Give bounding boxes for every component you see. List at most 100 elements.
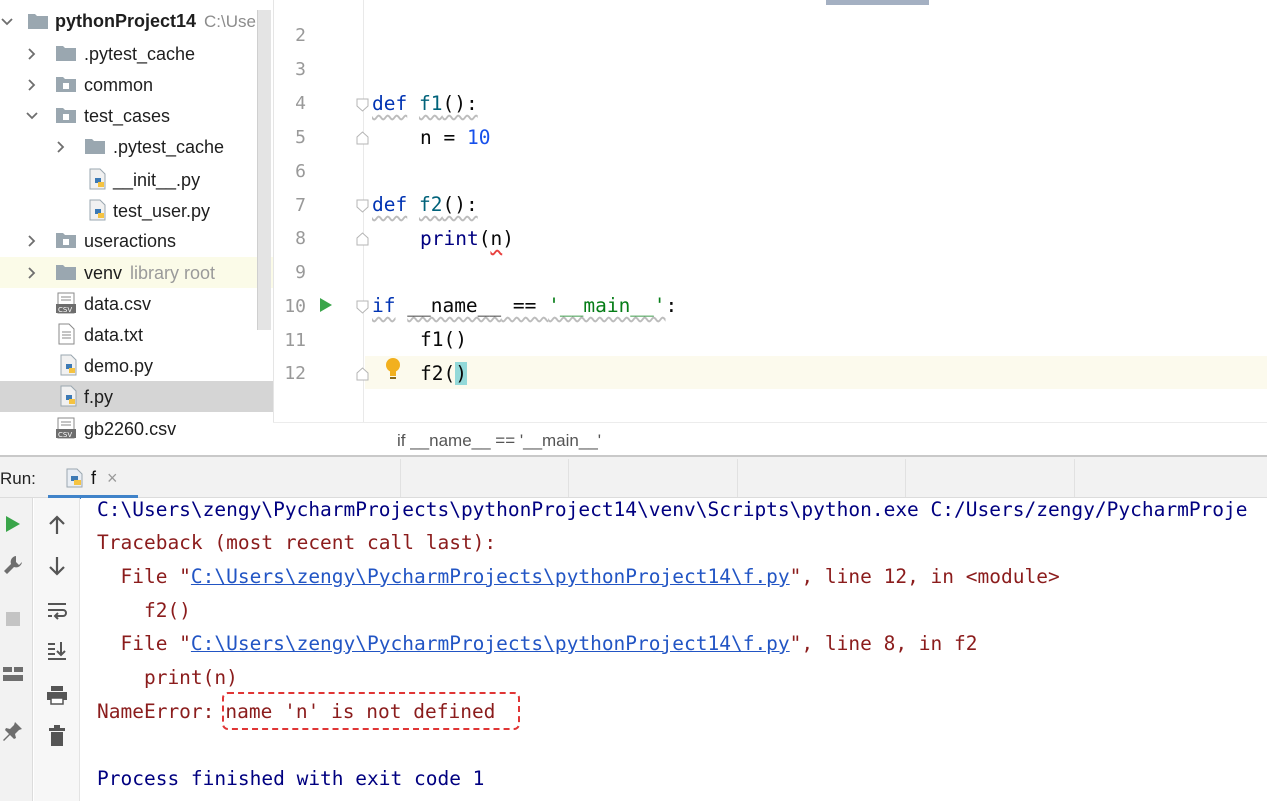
soft-wrap-icon[interactable] (44, 597, 70, 623)
tree-root[interactable]: pythonProject14 C:\Users (0, 6, 273, 37)
tree-item-pytest-cache[interactable]: .pytest_cache (0, 38, 273, 69)
header-divider (737, 459, 738, 497)
python-icon (63, 467, 85, 494)
chevron-down-icon[interactable] (0, 15, 14, 29)
tree-item-label: venv (84, 263, 123, 283)
tree-item-label: useractions (84, 231, 177, 251)
folder-icon (84, 135, 106, 157)
chevron-right-icon[interactable] (54, 140, 68, 154)
wrench-icon[interactable] (0, 552, 26, 578)
print-icon[interactable] (44, 682, 70, 708)
line-number: 6 (295, 161, 306, 182)
tree-item-gb2260-csv[interactable]: CSV gb2260.csv (0, 413, 273, 444)
header-divider (1074, 459, 1075, 497)
matched-paren: ) (455, 362, 467, 385)
error-highlight-box (222, 692, 520, 730)
tree-item-init-py[interactable]: __init__.py (0, 164, 273, 195)
tree-item-useractions[interactable]: useractions (0, 225, 273, 256)
layout-icon[interactable] (0, 661, 26, 687)
trash-icon[interactable] (44, 723, 70, 749)
code-line-10[interactable]: if __name__ == '__main__': (372, 294, 677, 317)
fold-marker-icon[interactable] (356, 231, 369, 246)
console-command-line: C:\Users\zengy\PycharmProjects\pythonPro… (97, 498, 1248, 521)
current-line-highlight (365, 356, 1267, 389)
project-root-name: pythonProject14 (55, 11, 197, 31)
tree-item-label: __init__.py (113, 170, 201, 190)
chevron-right-icon[interactable] (25, 266, 39, 280)
run-title: Run: (0, 469, 36, 488)
lightbulb-icon[interactable] (384, 357, 402, 385)
folder-icon (55, 261, 77, 283)
line-number: 11 (284, 330, 306, 351)
fold-marker-icon[interactable] (356, 198, 369, 213)
arrow-down-icon[interactable] (44, 553, 70, 579)
console-traceback-line: File "C:\Users\zengy\PycharmProjects\pyt… (97, 565, 1060, 588)
breadcrumb-item[interactable]: if __name__ == '__main__' (397, 431, 601, 451)
tree-item-label: f.py (84, 387, 114, 407)
line-number: 3 (295, 59, 306, 80)
code-line-5[interactable]: n = 10 (420, 126, 490, 149)
tree-item-label: .pytest_cache (84, 44, 196, 64)
code-line-11[interactable]: f1() (420, 328, 467, 351)
tree-item-data-csv[interactable]: CSV data.csv (0, 288, 273, 319)
tree-item-data-txt[interactable]: data.txt (0, 319, 273, 350)
tree-item-label: data.txt (84, 325, 144, 345)
tree-item-demo-py[interactable]: demo.py (0, 350, 273, 381)
line-number: 10 (284, 296, 306, 317)
scroll-to-end-icon[interactable] (44, 638, 70, 664)
arrow-up-icon[interactable] (44, 512, 70, 538)
line-number: 8 (295, 228, 306, 249)
file-link[interactable]: C:\Users\zengy\PycharmProjects\pythonPro… (191, 565, 790, 588)
tree-item-label: data.csv (84, 294, 152, 314)
chevron-right-icon[interactable] (25, 234, 39, 248)
tree-scrollbar[interactable] (257, 10, 271, 330)
file-link[interactable]: C:\Users\zengy\PycharmProjects\pythonPro… (191, 632, 790, 655)
tree-item-test-user-py[interactable]: test_user.py (0, 195, 273, 226)
project-tree: pythonProject14 C:\Users .pytest_cache co… (0, 0, 273, 455)
code-editor[interactable]: 2 3 4 5 6 7 8 9 10 11 12 def f1(): n = 1… (273, 0, 1267, 422)
line-number: 7 (295, 195, 306, 216)
pin-icon[interactable] (0, 718, 26, 744)
code-line-8[interactable]: print(n) (420, 227, 514, 250)
fold-marker-icon[interactable] (356, 97, 369, 112)
stop-button[interactable] (0, 606, 26, 632)
code-line-4[interactable]: def f1(): (372, 92, 478, 115)
editor-gutter: 2 3 4 5 6 7 8 9 10 11 12 (274, 0, 400, 422)
close-icon[interactable]: × (107, 468, 118, 489)
tree-item-test-cases[interactable]: test_cases (0, 100, 273, 131)
python-file-icon (57, 385, 79, 407)
tree-item-venv[interactable]: venv library root (0, 257, 273, 288)
breadcrumb[interactable]: if __name__ == '__main__' (273, 422, 1267, 455)
text-file-icon (55, 323, 77, 345)
line-number: 12 (284, 363, 306, 384)
chevron-right-icon[interactable] (25, 47, 39, 61)
tree-item-f-py[interactable]: f.py (0, 381, 273, 412)
tree-item-nested-pytest-cache[interactable]: .pytest_cache (0, 131, 273, 162)
package-folder-icon (55, 73, 77, 95)
console-output[interactable]: C:\Users\zengy\PycharmProjects\pythonPro… (81, 498, 1267, 801)
fold-marker-icon[interactable] (356, 299, 369, 314)
console-traceback-line: File "C:\Users\zengy\PycharmProjects\pyt… (97, 632, 978, 655)
library-root-hint: library root (130, 263, 216, 283)
svg-text:CSV: CSV (58, 306, 72, 314)
run-tab-label: f (91, 468, 97, 488)
folder-icon (27, 10, 49, 32)
console-code-line: print(n) (97, 666, 238, 689)
code-line-7[interactable]: def f2(): (372, 193, 478, 216)
run-tab-f[interactable]: f × (48, 457, 138, 499)
run-panel-header: Run: f × (0, 455, 1267, 499)
svg-text:CSV: CSV (58, 431, 72, 439)
tree-item-common[interactable]: common (0, 69, 273, 100)
chevron-down-icon[interactable] (25, 109, 39, 123)
chevron-right-icon[interactable] (25, 78, 39, 92)
tree-item-label: .pytest_cache (113, 137, 225, 157)
console-exit-line: Process finished with exit code 1 (97, 767, 485, 790)
console-code-line: f2() (97, 599, 191, 622)
run-gutter-icon[interactable] (319, 297, 333, 317)
code-line-12[interactable]: f2() (420, 362, 467, 385)
python-file-icon (86, 199, 108, 221)
fold-marker-icon[interactable] (356, 130, 369, 145)
fold-marker-icon[interactable] (356, 366, 369, 381)
rerun-button[interactable] (0, 511, 26, 537)
python-file-icon (57, 354, 79, 376)
